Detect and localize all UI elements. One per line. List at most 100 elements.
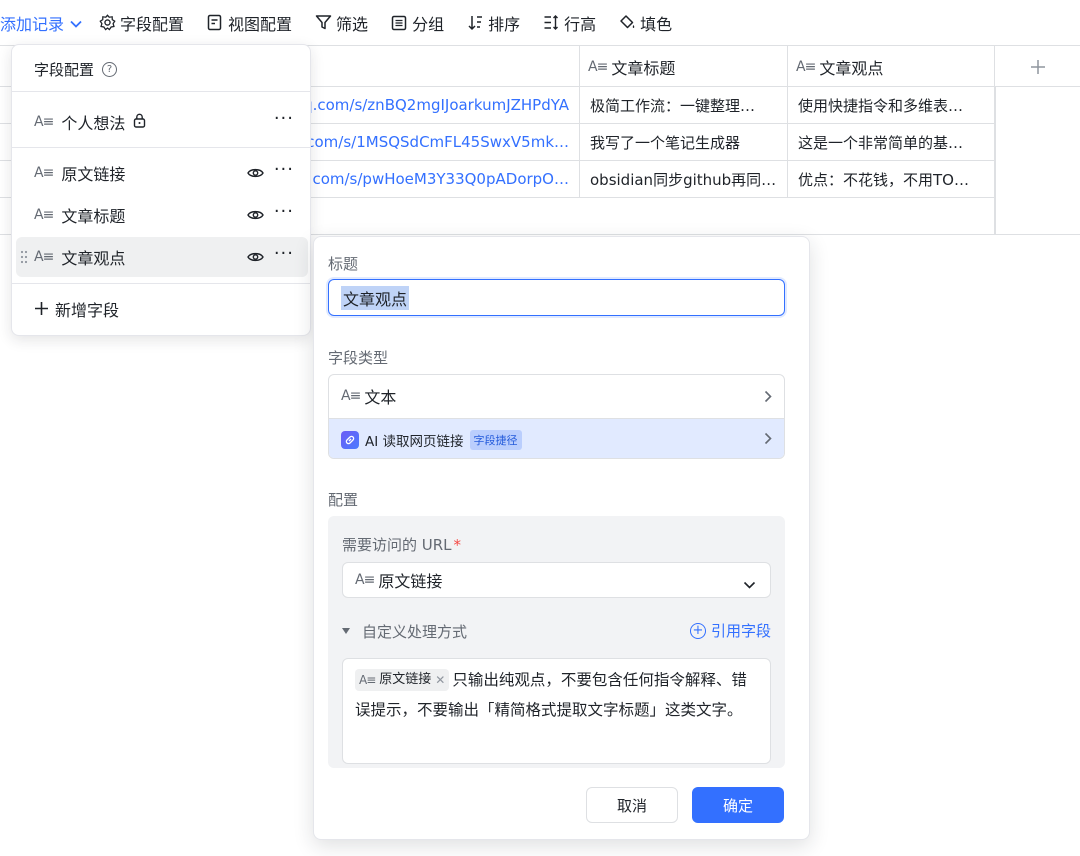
field-item-title[interactable]: A≡ 文章标题 ··· (16, 195, 308, 235)
config-section: 需要访问的 URL * A≡ 原文链接 自定义处理方式 + 引用字段 A≡ 原文链… (328, 516, 785, 768)
table-cell-view[interactable]: 优点：不花钱，不用TO… (788, 161, 995, 198)
text-field-icon: A≡ (359, 673, 376, 687)
title-value: 文章观点 (341, 285, 410, 310)
field-type-selector: A≡ 文本 AI 读取网页链接 字段捷径 (328, 374, 785, 459)
chevron-down-icon (743, 574, 756, 593)
more-icon[interactable]: ··· (274, 201, 294, 222)
text-field-icon: A≡ (588, 58, 608, 75)
more-icon[interactable]: ··· (274, 159, 294, 180)
chevron-right-icon (764, 388, 772, 407)
custom-processing-toggle[interactable]: 自定义处理方式 + 引用字段 (342, 620, 771, 642)
field-name: 个人想法 (61, 114, 126, 133)
field-editor-dialog: 标题 文章观点 字段类型 A≡ 文本 AI 读取网页链接 字段捷径 配置 需要访… (313, 236, 810, 840)
filter-icon (314, 14, 332, 32)
type-option-text[interactable]: A≡ 文本 (329, 375, 784, 417)
shortcut-badge: 字段捷径 (469, 430, 522, 450)
table-cell-title[interactable]: obsidian同步github再同… (580, 161, 788, 198)
text-field-icon: A≡ (341, 388, 361, 404)
more-icon[interactable]: ··· (274, 108, 294, 129)
link-ai-icon (341, 431, 359, 449)
type-option-ai-link[interactable]: AI 读取网页链接 字段捷径 (329, 419, 784, 458)
confirm-button[interactable]: 确定 (692, 787, 784, 823)
toolbar: 添加记录 字段配置 视图配置 筛选 分组 排序 行高 填色 (0, 0, 1080, 46)
header-label: 文章观点 (819, 58, 884, 78)
type-text-label: 文本 (364, 388, 397, 407)
url-select-value: 原文链接 (378, 572, 443, 591)
custom-label: 自定义处理方式 (362, 622, 468, 641)
caret-down-icon (342, 628, 350, 634)
help-icon[interactable]: ? (102, 62, 118, 77)
more-icon[interactable]: ··· (274, 243, 294, 264)
sort-icon (466, 14, 484, 32)
plus-icon (34, 299, 49, 319)
plus-circle-icon: + (689, 622, 706, 639)
field-config-button[interactable]: 字段配置 (98, 0, 184, 46)
sort-button[interactable]: 排序 (466, 0, 520, 46)
title-input[interactable]: 文章观点 (328, 279, 785, 316)
divider (12, 283, 310, 284)
group-label: 分组 (412, 14, 445, 34)
grid-divider (995, 87, 996, 235)
field-name: 原文链接 (61, 165, 126, 184)
field-reference-chip[interactable]: A≡ 原文链接 ✕ (355, 669, 450, 691)
panel-title: 字段配置 (34, 61, 95, 79)
field-item-personal[interactable]: A≡ 个人想法 ··· (16, 102, 308, 142)
view-config-icon (206, 14, 224, 32)
url-label: 需要访问的 URL * (342, 534, 461, 555)
field-config-panel: 字段配置 ? A≡ 个人想法 ··· A≡ 原文链接 ··· A≡ 文章标题 ·… (11, 44, 311, 336)
eye-icon[interactable] (247, 165, 264, 184)
add-column-icon[interactable] (995, 46, 1080, 87)
text-field-icon: A≡ (34, 114, 54, 130)
cancel-button[interactable]: 取消 (586, 787, 678, 823)
chip-label: 原文链接 (379, 672, 432, 687)
url-label-text: 需要访问的 URL (342, 536, 452, 554)
divider (12, 147, 310, 148)
add-record-button[interactable]: 添加记录 (0, 0, 82, 46)
field-item-view[interactable]: A≡ 文章观点 ··· (16, 237, 308, 277)
fill-color-label: 填色 (640, 14, 673, 34)
text-field-icon: A≡ (355, 572, 375, 588)
filter-button[interactable]: 筛选 (314, 0, 368, 46)
view-config-label: 视图配置 (228, 14, 293, 34)
url-field-select[interactable]: A≡ 原文链接 (342, 562, 771, 598)
text-field-icon: A≡ (34, 249, 54, 265)
table-cell-view[interactable]: 使用快捷指令和多维表… (788, 87, 995, 124)
fill-color-button[interactable]: 填色 (618, 0, 672, 46)
reference-field-button[interactable]: + 引用字段 (689, 620, 771, 641)
header-cell-title[interactable]: A≡ 文章标题 (580, 46, 788, 87)
eye-icon[interactable] (247, 249, 264, 268)
gear-icon (98, 14, 116, 32)
drag-handle-icon[interactable] (20, 249, 28, 265)
lock-icon (133, 113, 146, 132)
row-height-icon (542, 14, 560, 32)
text-field-icon: A≡ (796, 58, 816, 75)
prompt-textarea[interactable]: A≡ 原文链接 ✕ 只输出纯观点，不要包含任何指令解释、错误提示，不要输出「精简… (342, 658, 771, 764)
chevron-right-icon (764, 432, 772, 449)
header-label: 文章标题 (611, 58, 676, 78)
field-name: 文章标题 (61, 207, 126, 226)
field-config-title: 字段配置 ? (34, 59, 118, 80)
filter-label: 筛选 (336, 14, 369, 34)
add-field-label: 新增字段 (55, 301, 120, 320)
field-name: 文章观点 (61, 249, 126, 268)
view-config-button[interactable]: 视图配置 (206, 0, 292, 46)
ref-field-label: 引用字段 (710, 622, 771, 640)
row-height-button[interactable]: 行高 (542, 0, 596, 46)
paint-bucket-icon (618, 14, 636, 32)
ai-option-label: AI 读取网页链接 (365, 434, 464, 450)
field-item-link[interactable]: A≡ 原文链接 ··· (16, 153, 308, 193)
title-label: 标题 (328, 255, 359, 273)
eye-icon[interactable] (247, 207, 264, 226)
close-icon[interactable]: ✕ (435, 669, 445, 691)
text-field-icon: A≡ (34, 207, 54, 223)
table-cell-title[interactable]: 极简工作流：一键整理… (580, 87, 788, 124)
type-label: 字段类型 (328, 349, 389, 367)
required-mark: * (453, 536, 462, 554)
add-field-button[interactable]: 新增字段 (34, 297, 119, 321)
table-cell-view[interactable]: 这是一个非常简单的基… (788, 124, 995, 161)
sort-label: 排序 (488, 14, 521, 34)
header-cell-view[interactable]: A≡ 文章观点 (788, 46, 995, 87)
table-cell-title[interactable]: 我写了一个笔记生成器 (580, 124, 788, 161)
config-label: 配置 (328, 491, 359, 509)
group-button[interactable]: 分组 (390, 0, 444, 46)
